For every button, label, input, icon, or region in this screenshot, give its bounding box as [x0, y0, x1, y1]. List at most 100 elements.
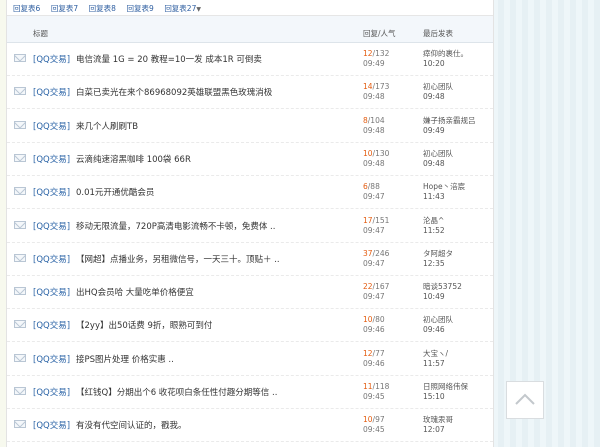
- last-poster-link[interactable]: 暗谈53752: [423, 282, 462, 291]
- last-post-info: 瘁仰的裹仕。 10:20: [423, 49, 468, 69]
- thread-category-link[interactable]: [QQ交易]: [33, 286, 70, 298]
- thread-category-link[interactable]: [QQ交易]: [33, 319, 70, 331]
- thread-title-link[interactable]: 云滴纯速溶黑咖啡 100袋 66R: [76, 153, 191, 165]
- forum-thread-list: 回复表6 回复表7 回复表8 回复表9 回复表27▼ 标题 回复/人气 最后发表…: [6, 0, 494, 447]
- last-post-time-link[interactable]: 09:49: [423, 126, 445, 135]
- thread-title-link[interactable]: 出HQ会员哈 大量吃单价格便宜: [76, 286, 194, 298]
- thread-category-link[interactable]: [QQ交易]: [33, 86, 70, 98]
- thread-title-link[interactable]: 电信流量 1G = 20 教程=10一发 成本1R 可倒卖: [76, 53, 262, 65]
- table-row: [QQ交易] 【网超】点播业务，另租微信号，一天三十。顶贴＋ .. 37/246 09…: [7, 242, 493, 276]
- tab-9[interactable]: 回复表9: [126, 3, 153, 14]
- thread-category-link[interactable]: [QQ交易]: [33, 353, 70, 365]
- thread-category-link[interactable]: [QQ交易]: [33, 186, 70, 198]
- last-poster-link[interactable]: 大宝ヽ/: [423, 349, 448, 358]
- last-poster-link[interactable]: 初心团队: [423, 82, 453, 91]
- last-post-info: 沦晶^ 11:52: [423, 216, 445, 236]
- reply-view-count: 22/167 09:47: [363, 282, 389, 302]
- reply-count: 17: [363, 215, 373, 225]
- view-count: /151: [372, 215, 390, 225]
- reply-view-count: 11/118 09:45: [363, 382, 389, 402]
- thread-category-link[interactable]: [QQ交易]: [33, 120, 70, 132]
- last-post-time-link[interactable]: 12:35: [423, 259, 445, 268]
- thread-title-link[interactable]: 白菜已卖光在来个86968092英雄联盟黑色玫瑰消极: [76, 86, 272, 98]
- reply-view-count: 10/130 09:48: [363, 149, 389, 169]
- post-time: 09:47: [363, 292, 385, 302]
- table-row: [QQ交易] 出HQ会员哈 大量吃单价格便宜 22/167 09:47 暗谈53752 1…: [7, 275, 493, 310]
- thread-category-link[interactable]: [QQ交易]: [33, 253, 70, 265]
- post-time: 09:48: [363, 92, 385, 102]
- page-background-stripes: [492, 0, 600, 447]
- last-post-time-link[interactable]: 09:46: [423, 325, 445, 334]
- thread-title-link[interactable]: 【2yy】出50话费 9折，眼熟可到付: [76, 319, 212, 331]
- table-row: [QQ交易] 0.01元开通优酷会员 6/88 09:47 Hope丶涪宸 11:43: [7, 175, 493, 210]
- post-time: 09:47: [363, 258, 385, 268]
- thread-title-link[interactable]: 【网超】点播业务，另租微信号，一天三十。顶贴＋ ..: [76, 253, 280, 265]
- tab-27-dropdown[interactable]: 回复表27▼: [164, 3, 201, 14]
- thread-title-link[interactable]: 接PS图片处理 价格实惠 ..: [76, 353, 174, 365]
- last-post-time-link[interactable]: 10:20: [423, 59, 445, 68]
- last-poster-link[interactable]: Hope丶涪宸: [423, 182, 465, 191]
- thread-category-link[interactable]: [QQ交易]: [33, 386, 70, 398]
- thread-title-link[interactable]: 【红钱Q】分期出个6 收花呗白条任性付趣分期等信 ..: [76, 386, 277, 398]
- tab-8[interactable]: 回复表8: [89, 3, 116, 14]
- last-post-time-link[interactable]: 11:43: [423, 192, 445, 201]
- view-count: /173: [372, 82, 390, 92]
- last-post-time-link[interactable]: 10:49: [423, 292, 445, 301]
- tab-6[interactable]: 回复表6: [13, 3, 40, 14]
- last-poster-link[interactable]: 瘁仰的裹仕。: [423, 49, 468, 58]
- header-last-post: 最后发表: [423, 29, 453, 38]
- last-poster-link[interactable]: 嫌子扬亲霸规吕: [423, 116, 476, 125]
- thread-title-link[interactable]: 有没有代空间认证的，戳我。: [76, 419, 187, 431]
- last-poster-link[interactable]: 初心团队: [423, 149, 453, 158]
- reply-count: 10: [363, 148, 373, 158]
- envelope-icon: [14, 320, 26, 329]
- table-row: [QQ交易] 【红钱Q】分期出个6 收花呗白条任性付趣分期等信 .. 11/118 0…: [7, 375, 493, 409]
- view-count: /104: [367, 115, 385, 125]
- reply-view-count: 10/80 09:46: [363, 315, 385, 335]
- last-poster-link[interactable]: 玫瑰汞哥: [423, 415, 453, 424]
- thread-title-link[interactable]: 移动无限流量，720P高清电影流畅不卡顿，免费体 ..: [76, 220, 275, 232]
- post-time: 09:48: [363, 158, 385, 168]
- table-row: [QQ交易] 移动无限流量，720P高清电影流畅不卡顿，免费体 .. 17/151 0…: [7, 209, 493, 243]
- last-poster-link[interactable]: 沦晶^: [423, 216, 444, 225]
- reply-count: 22: [363, 282, 373, 292]
- last-poster-link[interactable]: 日照网络伟保: [423, 382, 468, 391]
- back-to-top-button[interactable]: [506, 381, 544, 419]
- last-post-time-link[interactable]: 11:52: [423, 226, 445, 235]
- reply-count: 12: [363, 49, 373, 58]
- tab-7[interactable]: 回复表7: [51, 3, 78, 14]
- post-time: 09:45: [363, 425, 385, 435]
- table-row: [QQ交易] 接PS图片处理 价格实惠 .. 12/77 09:46 大宝ヽ/11:57: [7, 342, 493, 376]
- envelope-icon: [14, 187, 26, 196]
- last-post-info: 初心团队 09:48: [423, 82, 453, 102]
- reply-count: 12: [363, 348, 373, 358]
- reply-view-count: 6/88 09:47: [363, 182, 385, 202]
- last-poster-link[interactable]: 初心团队: [423, 315, 453, 324]
- envelope-icon: [14, 420, 26, 429]
- thread-category-link[interactable]: [QQ交易]: [33, 220, 70, 232]
- view-count: /132: [372, 49, 390, 58]
- reply-view-count: 8/104 09:48: [363, 116, 385, 136]
- last-post-info: 玫瑰汞哥 12:07: [423, 415, 453, 435]
- post-time: 09:47: [363, 225, 385, 235]
- thread-title-link[interactable]: 来几个人刷刷TB: [76, 120, 138, 132]
- post-time: 09:45: [363, 392, 385, 401]
- thread-title-link[interactable]: 0.01元开通优酷会员: [76, 186, 154, 198]
- thread-category-link[interactable]: [QQ交易]: [33, 153, 70, 165]
- thread-category-link[interactable]: [QQ交易]: [33, 419, 70, 431]
- reply-count: 37: [363, 248, 373, 258]
- last-post-info: 暗谈53752 10:49: [423, 282, 462, 302]
- envelope-icon: [14, 253, 26, 262]
- view-count: /77: [372, 348, 385, 358]
- last-post-time-link[interactable]: 09:48: [423, 159, 445, 168]
- envelope-icon: [14, 153, 26, 162]
- last-post-time-link[interactable]: 12:07: [423, 425, 445, 434]
- table-row: [QQ交易] 【2yy】出50话费 9折，眼熟可到付 10/80 09:46 初心团队 0…: [7, 308, 493, 343]
- thread-category-link[interactable]: [QQ交易]: [33, 53, 70, 65]
- last-poster-link[interactable]: タ阿超タ: [423, 249, 453, 258]
- last-post-info: Hope丶涪宸 11:43: [423, 182, 465, 202]
- last-post-time-link[interactable]: 11:57: [423, 359, 445, 368]
- last-post-time-link[interactable]: 09:48: [423, 92, 445, 101]
- last-post-time-link[interactable]: 15:10: [423, 392, 445, 401]
- header-title: 标题: [33, 29, 48, 38]
